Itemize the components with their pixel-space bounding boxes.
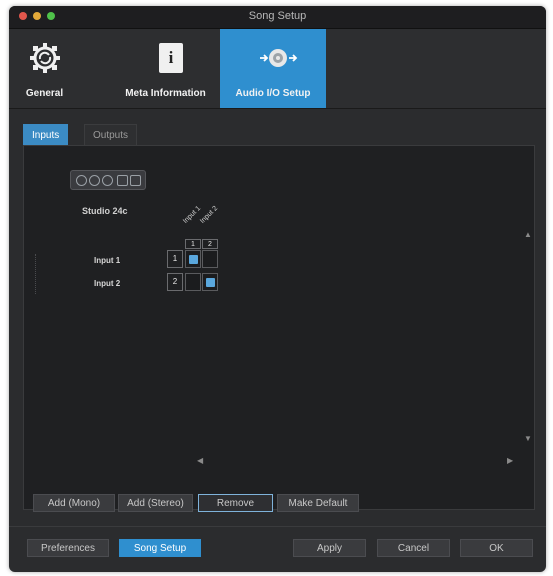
toolbar-meta-information[interactable]: i Meta Information — [112, 29, 219, 108]
window-title: Song Setup — [248, 10, 307, 22]
matrix-cell[interactable] — [202, 273, 218, 291]
settings-toolbar: General i Meta Information Audio I/O Set… — [9, 29, 546, 109]
song-setup-window: Song Setup General i Meta Information Au… — [9, 6, 546, 572]
title-bar[interactable]: Song Setup — [9, 6, 546, 29]
add-mono-button[interactable]: Add (Mono) — [33, 494, 115, 512]
row-label: Input 1 — [94, 256, 121, 265]
tab-outputs[interactable]: Outputs — [84, 124, 138, 146]
toolbar-general-label: General — [25, 88, 64, 99]
info-glyph: i — [168, 48, 174, 67]
routing-matrix-panel: Studio 24c Input 1 Input 2 1 2 Input 1 1… — [23, 145, 535, 510]
document-info-icon: i — [159, 43, 183, 73]
toolbar-audio-io-setup[interactable]: Audio I/O Setup — [220, 29, 326, 108]
row-label: Input 2 — [94, 279, 121, 288]
song-setup-button[interactable]: Song Setup — [119, 539, 201, 557]
matrix-cell[interactable] — [185, 273, 201, 291]
add-stereo-button[interactable]: Add (Stereo) — [118, 494, 193, 512]
checkmark-icon — [189, 255, 198, 264]
device-knob — [89, 175, 100, 186]
make-default-button[interactable]: Make Default — [277, 494, 359, 512]
matrix-cell[interactable] — [185, 250, 201, 268]
ok-button[interactable]: OK — [460, 539, 533, 557]
toolbar-general[interactable]: General — [9, 29, 80, 108]
column-header: Input 1 — [182, 204, 203, 225]
apply-button[interactable]: Apply — [293, 539, 366, 557]
remove-button[interactable]: Remove — [198, 494, 273, 512]
interface-device-image — [70, 170, 146, 190]
toolbar-meta-information-label: Meta Information — [125, 88, 206, 99]
device-meter — [117, 175, 128, 186]
toolbar-audio-io-setup-label: Audio I/O Setup — [235, 88, 311, 99]
audio-io-icon — [260, 49, 298, 67]
device-meter — [130, 175, 141, 186]
checkmark-icon — [206, 278, 215, 287]
footer-divider — [9, 526, 546, 527]
gear-icon — [30, 43, 60, 73]
device-label: Studio 24c — [82, 206, 128, 216]
device-knob — [76, 175, 87, 186]
row-number: 2 — [167, 273, 183, 291]
column-header: Input 2 — [199, 204, 220, 225]
resize-grip[interactable] — [35, 254, 38, 294]
scroll-up-icon[interactable]: ▲ — [524, 230, 532, 239]
matrix-cell[interactable] — [202, 250, 218, 268]
column-number: 1 — [185, 239, 201, 249]
scroll-down-icon[interactable]: ▼ — [524, 434, 532, 443]
cancel-button[interactable]: Cancel — [377, 539, 450, 557]
row-number: 1 — [167, 250, 183, 268]
scroll-left-icon[interactable]: ◀ — [197, 456, 203, 465]
column-number: 2 — [202, 239, 218, 249]
scroll-right-icon[interactable]: ▶ — [507, 456, 513, 465]
audio-io-panel: Inputs Outputs Studio 24c Input 1 Input … — [23, 124, 535, 512]
device-knob — [102, 175, 113, 186]
tab-inputs[interactable]: Inputs — [23, 124, 69, 146]
preferences-button[interactable]: Preferences — [27, 539, 109, 557]
